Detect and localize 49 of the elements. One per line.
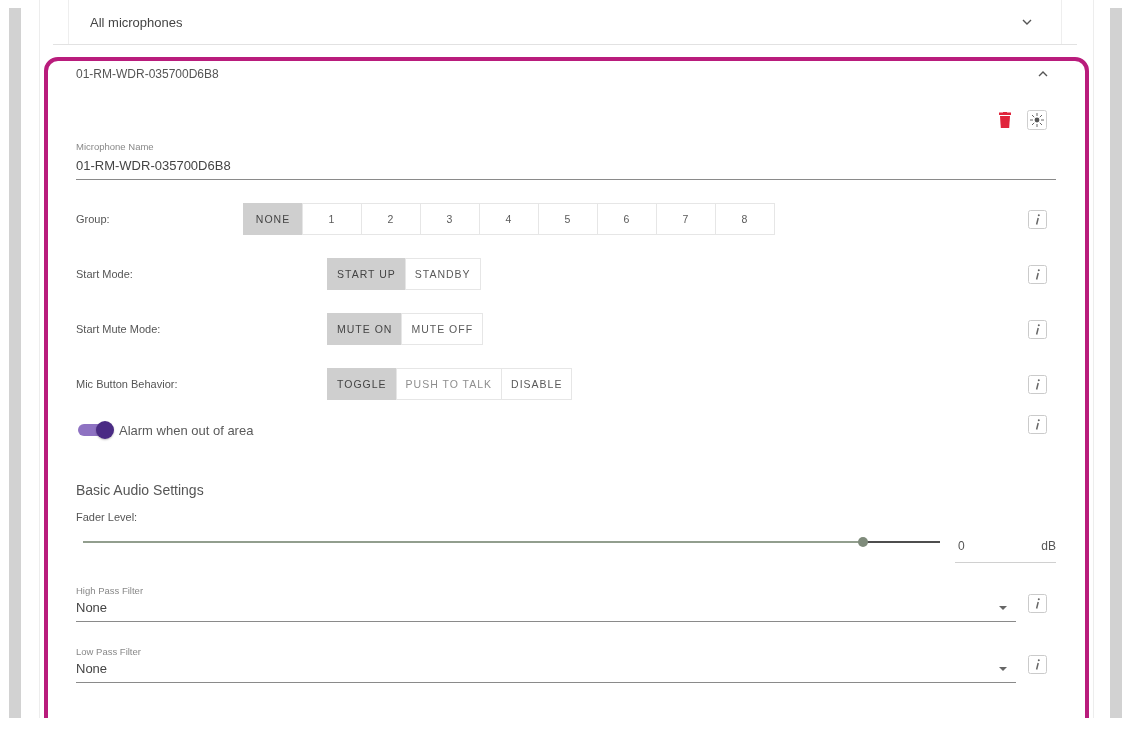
select-field[interactable]: Low Pass Filter None xyxy=(76,646,1016,683)
slider-thumb[interactable] xyxy=(857,537,868,547)
setting-label: Mic Button Behavior: xyxy=(76,378,178,390)
segment-button[interactable]: START UP xyxy=(327,258,406,290)
segment-button[interactable]: 7 xyxy=(656,203,716,235)
segment-button[interactable]: TOGGLE xyxy=(327,368,397,400)
segment-button[interactable]: DISABLE xyxy=(501,368,573,400)
segment-button[interactable]: 2 xyxy=(361,203,421,235)
setting-label: Start Mode: xyxy=(76,268,133,280)
setting-label: Start Mute Mode: xyxy=(76,323,161,335)
fader-label: Fader Level: xyxy=(76,510,138,524)
segment-button[interactable]: NONE xyxy=(243,203,303,235)
segment-button[interactable]: 8 xyxy=(715,203,775,235)
scrollbar[interactable] xyxy=(1110,8,1122,718)
trash-icon[interactable] xyxy=(999,112,1011,128)
setting-label: Group: xyxy=(76,213,110,225)
scrollbar[interactable] xyxy=(9,8,21,718)
caret-icon xyxy=(999,667,1007,671)
info-icon[interactable] xyxy=(1028,374,1047,394)
section-title[interactable]: All microphones xyxy=(90,14,183,30)
select-field[interactable]: High Pass Filter None xyxy=(76,585,1016,622)
segment-button[interactable]: 1 xyxy=(302,203,362,235)
info-icon[interactable] xyxy=(1028,319,1047,339)
field-label: Microphone Name xyxy=(76,141,154,153)
segment-button[interactable]: 5 xyxy=(538,203,598,235)
segment-button[interactable]: 4 xyxy=(479,203,539,235)
info-icon[interactable] xyxy=(1028,655,1047,674)
segment-button[interactable]: 3 xyxy=(420,203,480,235)
segment-button[interactable]: MUTE ON xyxy=(327,313,403,345)
info-icon[interactable] xyxy=(1028,209,1047,229)
segment-button[interactable]: STANDBY xyxy=(404,258,481,290)
info-icon[interactable] xyxy=(1028,415,1047,434)
toggle-label: Alarm when out of area xyxy=(119,422,254,438)
toggle-switch[interactable] xyxy=(78,421,114,439)
info-icon[interactable] xyxy=(1028,264,1047,284)
caret-icon xyxy=(999,606,1007,610)
segment-button[interactable]: 6 xyxy=(597,203,657,235)
microphone-title[interactable]: 01-RM-WDR-035700D6B8 xyxy=(76,67,219,81)
field-label: Low Pass Filter xyxy=(76,646,141,658)
fader-value-field[interactable]: 0 dB xyxy=(955,527,1056,563)
info-icon[interactable] xyxy=(1028,594,1047,613)
field-label: High Pass Filter xyxy=(76,585,144,597)
sun-icon[interactable] xyxy=(1027,110,1047,130)
microphone-name-field[interactable]: Microphone Name 01-RM-WDR-035700D6B8 xyxy=(76,141,1056,180)
section-heading: Basic Audio Settings xyxy=(76,481,204,499)
segment-button[interactable]: MUTE OFF xyxy=(401,313,484,345)
chevron-up-icon[interactable] xyxy=(1038,71,1048,77)
slider-track[interactable] xyxy=(83,537,940,547)
chevron-down-icon[interactable] xyxy=(1022,19,1032,25)
